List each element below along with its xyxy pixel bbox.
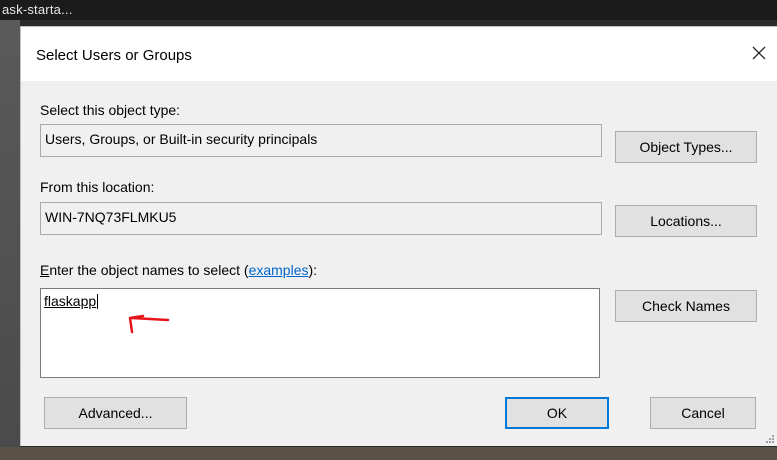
red-arrow-icon	[128, 314, 170, 334]
background-desktop-strip	[0, 447, 777, 460]
dialog-titlebar[interactable]: Select Users or Groups	[21, 27, 777, 81]
object-type-field: Users, Groups, or Built-in security prin…	[40, 124, 602, 157]
dialog-title: Select Users or Groups	[36, 47, 192, 64]
background-window-edge	[0, 20, 20, 460]
location-label: From this location:	[40, 179, 155, 195]
check-names-button[interactable]: Check Names	[615, 290, 757, 322]
advanced-button[interactable]: Advanced...	[44, 397, 187, 429]
resize-grip-icon[interactable]	[765, 434, 775, 444]
cancel-button[interactable]: Cancel	[650, 397, 756, 429]
label-suffix: ):	[308, 262, 318, 278]
object-types-button[interactable]: Object Types...	[615, 131, 757, 163]
object-names-label: Enter the object names to select (exampl…	[40, 262, 317, 278]
background-window-titlebar: ask-starta...	[0, 0, 777, 20]
label-accelerator: E	[40, 262, 50, 278]
object-type-label: Select this object type:	[40, 102, 181, 118]
object-names-input[interactable]: flaskapp	[40, 288, 600, 378]
object-names-value: flaskapp	[44, 293, 97, 309]
location-field: WIN-7NQ73FLMKU5	[40, 202, 602, 235]
select-users-dialog: Select Users or Groups Select this objec…	[20, 26, 777, 446]
locations-button[interactable]: Locations...	[615, 205, 757, 237]
ok-button[interactable]: OK	[505, 397, 609, 429]
close-icon[interactable]	[747, 41, 771, 65]
label-text: nter the object names to select (	[49, 262, 249, 278]
examples-link[interactable]: examples	[249, 262, 309, 278]
text-caret	[97, 294, 99, 309]
background-window-title: ask-starta...	[2, 2, 73, 17]
